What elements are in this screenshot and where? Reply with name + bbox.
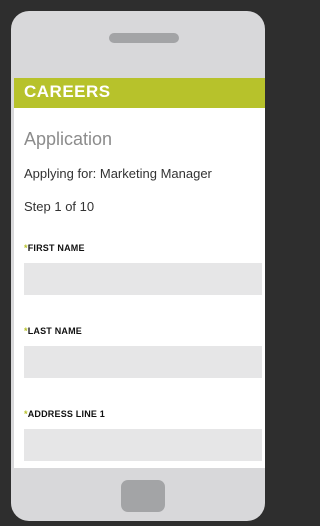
step-indicator: Step 1 of 10 (24, 199, 95, 214)
last-name-field[interactable] (24, 346, 262, 378)
address-line-1-label-text: ADDRESS LINE 1 (27, 409, 106, 419)
phone-frame: CAREERS Application Applying for: Market… (11, 11, 265, 521)
address-line-1-field[interactable] (24, 429, 262, 461)
home-button[interactable] (121, 480, 165, 512)
last-name-label-text: LAST NAME (27, 326, 83, 336)
app-screen: CAREERS Application Applying for: Market… (14, 78, 265, 468)
first-name-label: *FIRST NAME (24, 243, 85, 253)
first-name-label-text: FIRST NAME (27, 243, 85, 253)
first-name-field[interactable] (24, 263, 262, 295)
careers-header: CAREERS (14, 78, 265, 108)
last-name-label: *LAST NAME (24, 326, 82, 336)
speaker-slot (109, 33, 179, 43)
address-line-1-label: *ADDRESS LINE 1 (24, 409, 105, 419)
careers-header-title: CAREERS (24, 82, 111, 101)
page-title: Application (24, 129, 113, 149)
job-title-text: Applying for: Marketing Manager (24, 166, 212, 181)
